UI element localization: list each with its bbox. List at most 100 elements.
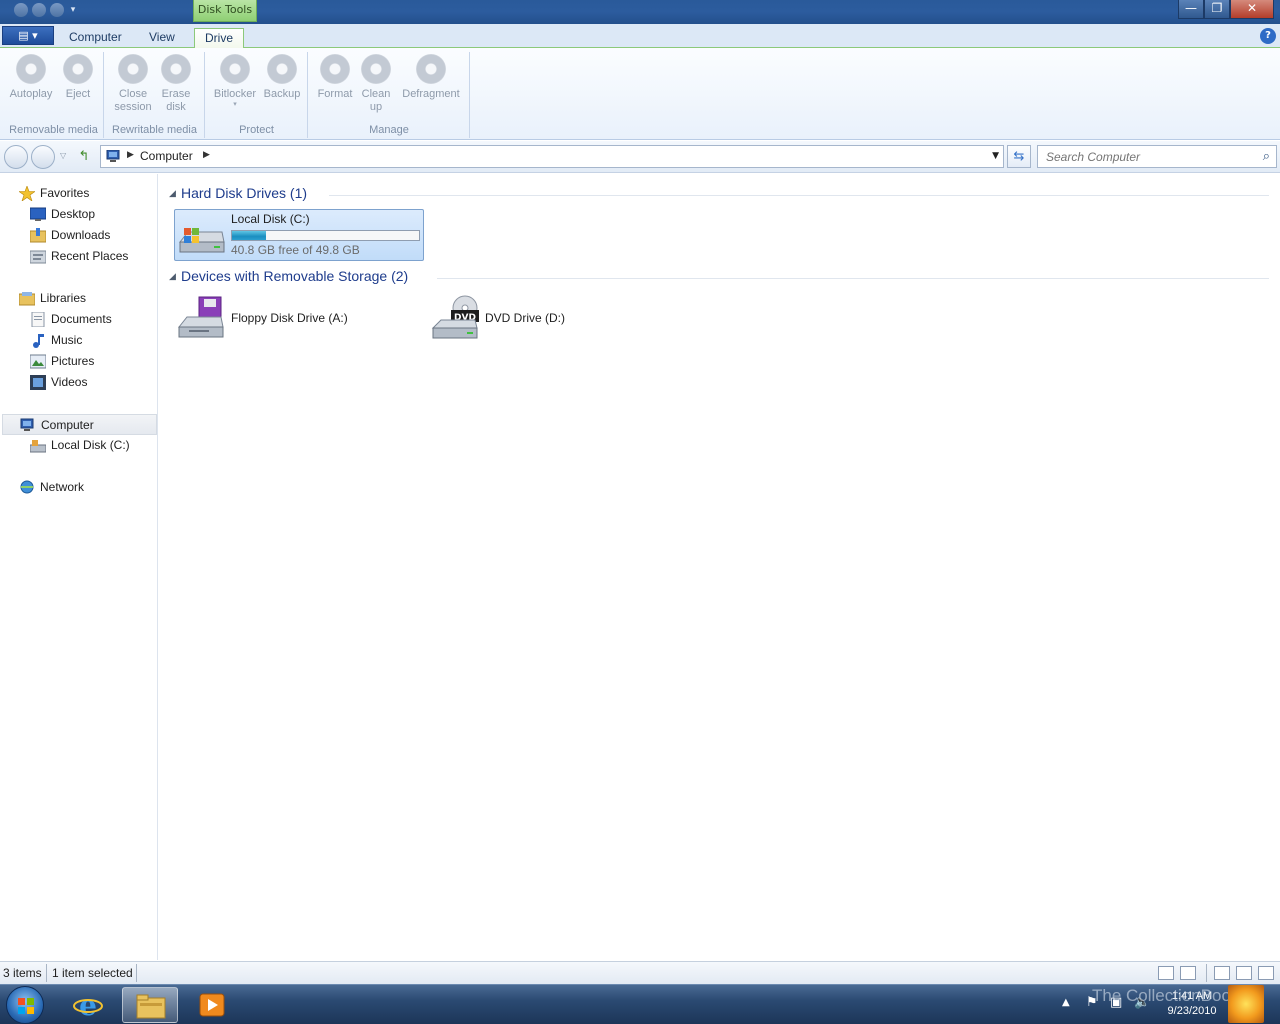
show-hidden-icons-icon[interactable]: ▲ bbox=[1062, 997, 1070, 1008]
search-box: ⌕ bbox=[1037, 145, 1277, 168]
nav-item-documents[interactable]: Documents bbox=[30, 309, 150, 330]
start-button[interactable] bbox=[6, 986, 44, 1024]
large-icons-view-icon[interactable] bbox=[1180, 966, 1196, 980]
taskbar-media-player[interactable] bbox=[184, 987, 240, 1023]
address-bar[interactable]: ▶ Computer ▶ ▼ bbox=[100, 145, 1004, 168]
status-separator bbox=[136, 964, 137, 982]
qat-button-icon[interactable] bbox=[32, 3, 46, 17]
clean-up-icon bbox=[361, 54, 391, 84]
group-manage: Format Clean up Defragment Manage bbox=[309, 52, 470, 138]
recent-places-icon bbox=[30, 250, 46, 264]
content-pane: ◢ Hard Disk Drives (1) Local Disk (C:) 4… bbox=[159, 174, 1280, 960]
pictures-icon bbox=[30, 354, 46, 369]
tab-view[interactable]: View bbox=[139, 28, 185, 48]
breadcrumb-computer[interactable]: Computer bbox=[140, 149, 193, 163]
forward-button[interactable] bbox=[31, 145, 55, 169]
eject-button[interactable]: Eject bbox=[59, 54, 97, 101]
status-separator bbox=[1206, 964, 1207, 982]
ribbon-panel: Autoplay Eject Removable media Close ses… bbox=[0, 48, 1280, 140]
floppy-drive-icon bbox=[177, 296, 224, 338]
status-selection: 1 item selected bbox=[52, 966, 133, 980]
close-session-icon bbox=[118, 54, 148, 84]
close-button[interactable]: ✕ bbox=[1230, 0, 1274, 19]
maximize-button[interactable]: ❐ bbox=[1204, 0, 1230, 19]
up-folder-icon[interactable]: ↰ bbox=[76, 149, 92, 165]
clean-up-button[interactable]: Clean up bbox=[358, 54, 394, 114]
libraries-icon bbox=[19, 292, 35, 306]
videos-icon bbox=[30, 375, 46, 390]
group-header-hard-disk-drives[interactable]: ◢ Hard Disk Drives (1) bbox=[169, 185, 1269, 205]
eject-icon bbox=[63, 54, 93, 84]
nav-item-network[interactable]: Network bbox=[19, 477, 149, 498]
star-icon bbox=[19, 186, 35, 201]
backup-icon bbox=[267, 54, 297, 84]
show-desktop-button[interactable] bbox=[1228, 985, 1264, 1023]
chevron-right-icon[interactable]: ▶ bbox=[203, 150, 210, 160]
watermark-text: The CollectionBook bbox=[1092, 986, 1240, 1005]
nav-item-recent-places[interactable]: Recent Places bbox=[30, 246, 150, 267]
window-controls: — ❐ ✕ bbox=[1178, 0, 1274, 19]
bitlocker-button[interactable]: Bitlocker ▾ bbox=[210, 54, 260, 109]
preview-pane-icon[interactable] bbox=[1236, 966, 1252, 980]
autoplay-button[interactable]: Autoplay bbox=[6, 54, 56, 101]
group-header-removable-storage[interactable]: ◢ Devices with Removable Storage (2) bbox=[169, 268, 1269, 288]
nav-item-computer[interactable]: Computer bbox=[2, 414, 157, 435]
close-session-button[interactable]: Close session bbox=[111, 54, 155, 114]
chevron-down-icon[interactable]: ▾ bbox=[68, 3, 78, 17]
format-button[interactable]: Format bbox=[313, 54, 357, 101]
nav-item-favorites[interactable]: Favorites bbox=[19, 183, 149, 204]
nav-item-downloads[interactable]: Downloads bbox=[30, 225, 150, 246]
erase-disk-icon bbox=[161, 54, 191, 84]
context-tab-disk-tools: Disk Tools bbox=[193, 0, 257, 22]
qat-button-icon[interactable] bbox=[50, 3, 64, 17]
details-pane-icon[interactable] bbox=[1258, 966, 1274, 980]
taskbar: e ▲ ⚑ ▣ 🔈 1:41 AM 9/23/2010 bbox=[0, 984, 1280, 1024]
drive-dvd-d[interactable]: DVD DVD Drive (D:) bbox=[429, 292, 679, 344]
group-label: Rewritable media bbox=[112, 124, 197, 136]
details-view-icon[interactable] bbox=[1158, 966, 1174, 980]
disk-usage-fill bbox=[232, 231, 266, 240]
application-menu-button[interactable]: ▤ ▾ bbox=[2, 26, 54, 45]
defragment-icon bbox=[416, 54, 446, 84]
group-label: Manage bbox=[369, 124, 409, 136]
recent-pages-dropdown-icon[interactable]: ▽ bbox=[60, 151, 66, 160]
nav-item-local-disk[interactable]: Local Disk (C:) bbox=[30, 435, 150, 456]
taskbar-windows-explorer[interactable] bbox=[122, 987, 178, 1023]
quick-access-toolbar: ▾ bbox=[14, 3, 78, 17]
erase-disk-button[interactable]: Erase disk bbox=[156, 54, 196, 114]
group-divider bbox=[329, 195, 1269, 196]
nav-item-music[interactable]: Music bbox=[30, 330, 150, 351]
nav-item-desktop[interactable]: Desktop bbox=[30, 204, 150, 225]
backup-button[interactable]: Backup bbox=[260, 54, 304, 101]
svg-text:e: e bbox=[79, 990, 97, 1020]
music-icon bbox=[33, 334, 44, 348]
taskbar-internet-explorer[interactable]: e bbox=[60, 987, 116, 1023]
disk-usage-bar bbox=[231, 230, 420, 241]
folder-icon bbox=[136, 994, 166, 1019]
nav-item-pictures[interactable]: Pictures bbox=[30, 351, 150, 372]
ribbon-tab-row: ▤ ▾ Computer View Drive ? bbox=[0, 24, 1280, 49]
collapse-triangle-icon[interactable]: ◢ bbox=[169, 272, 176, 282]
search-input[interactable] bbox=[1038, 146, 1248, 167]
refresh-button[interactable]: ⇆ bbox=[1007, 145, 1031, 168]
tab-computer[interactable]: Computer bbox=[59, 28, 132, 48]
tab-drive[interactable]: Drive bbox=[194, 28, 245, 49]
qat-button-icon[interactable] bbox=[14, 3, 28, 17]
help-icon[interactable]: ? bbox=[1260, 28, 1276, 44]
drive-local-disk-c[interactable]: Local Disk (C:) 40.8 GB free of 49.8 GB bbox=[174, 209, 424, 261]
search-icon[interactable]: ⌕ bbox=[1263, 149, 1270, 164]
nav-item-videos[interactable]: Videos bbox=[30, 372, 150, 393]
back-button[interactable] bbox=[4, 145, 28, 169]
chevron-right-icon[interactable]: ▶ bbox=[127, 150, 134, 160]
nav-item-libraries[interactable]: Libraries bbox=[19, 288, 149, 309]
dvd-drive-icon: DVD bbox=[431, 295, 479, 339]
pane-layout-icon[interactable] bbox=[1214, 966, 1230, 980]
minimize-button[interactable]: — bbox=[1178, 0, 1204, 19]
chevron-down-icon[interactable]: ▼ bbox=[992, 151, 999, 161]
drive-floppy-a[interactable]: Floppy Disk Drive (A:) bbox=[174, 292, 424, 344]
defragment-button[interactable]: Defragment bbox=[397, 54, 465, 101]
desktop-icon bbox=[30, 207, 46, 221]
windows-logo-icon bbox=[18, 998, 34, 1014]
collapse-triangle-icon[interactable]: ◢ bbox=[169, 189, 176, 199]
group-label: Removable media bbox=[9, 124, 98, 136]
